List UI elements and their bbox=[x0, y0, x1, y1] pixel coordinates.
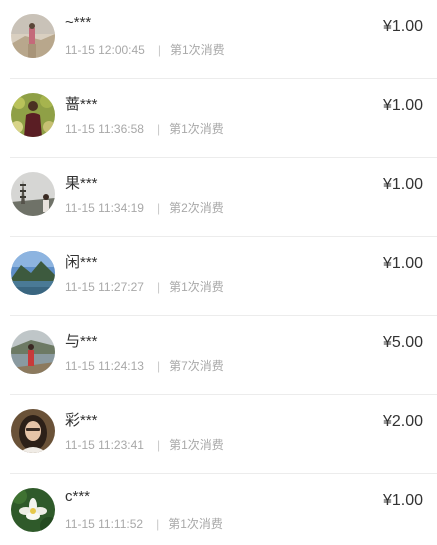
user-name: 与*** bbox=[65, 333, 98, 350]
user-name: 闲*** bbox=[65, 254, 98, 271]
record-row[interactable]: 彩*** 11-15 11:23:41 | 第1次消费 ¥2.00 bbox=[0, 395, 437, 474]
record-meta: 11-15 12:00:45 | 第1次消费 bbox=[65, 41, 225, 58]
avatar bbox=[11, 251, 55, 295]
record-meta: 11-15 11:34:19 | 第2次消费 bbox=[65, 199, 224, 216]
record-row[interactable]: 与*** 11-15 11:24:13 | 第7次消费 ¥5.00 bbox=[0, 316, 437, 395]
record-meta: 11-15 11:23:41 | 第1次消费 bbox=[65, 436, 224, 453]
separator: | bbox=[157, 43, 161, 57]
record-meta: 11-15 11:24:13 | 第7次消费 bbox=[65, 357, 224, 374]
separator: | bbox=[156, 280, 161, 294]
record-time: 11-15 11:34:19 bbox=[65, 201, 144, 215]
record-meta: 11-15 11:11:52 | 第1次消费 bbox=[65, 515, 223, 532]
record-time: 11-15 12:00:45 bbox=[65, 43, 145, 57]
consumption-count: 第2次消费 bbox=[169, 201, 224, 215]
amount: ¥1.00 bbox=[382, 18, 423, 35]
amount: ¥1.00 bbox=[382, 97, 423, 114]
consumption-count: 第1次消费 bbox=[169, 43, 225, 57]
consumption-count: 第7次消费 bbox=[169, 359, 224, 373]
amount: ¥1.00 bbox=[382, 255, 423, 272]
record-row[interactable]: 闲*** 11-15 11:27:27 | 第1次消费 ¥1.00 bbox=[0, 237, 437, 316]
avatar bbox=[11, 409, 55, 453]
avatar bbox=[11, 93, 55, 137]
amount: ¥5.00 bbox=[382, 334, 423, 351]
consumption-record-list: ~*** 11-15 12:00:45 | 第1次消费 ¥1.00 蔷*** 11-… bbox=[0, 0, 437, 545]
consumption-count: 第1次消费 bbox=[169, 438, 224, 452]
record-time: 11-15 11:27:27 bbox=[65, 280, 144, 294]
avatar bbox=[11, 488, 55, 532]
record-meta: 11-15 11:36:58 | 第1次消费 bbox=[65, 120, 224, 137]
amount: ¥1.00 bbox=[382, 492, 423, 509]
consumption-count: 第1次消费 bbox=[169, 280, 224, 294]
record-row[interactable]: 果*** 11-15 11:34:19 | 第2次消费 ¥1.00 bbox=[0, 158, 437, 237]
avatar bbox=[11, 14, 55, 58]
user-name: 彩*** bbox=[65, 412, 98, 429]
record-meta: 11-15 11:27:27 | 第1次消费 bbox=[65, 278, 224, 295]
record-time: 11-15 11:23:41 bbox=[65, 438, 144, 452]
amount: ¥1.00 bbox=[382, 176, 423, 193]
separator: | bbox=[156, 438, 161, 452]
avatar bbox=[11, 330, 55, 374]
amount: ¥2.00 bbox=[382, 413, 423, 430]
record-row[interactable]: ~*** 11-15 12:00:45 | 第1次消费 ¥1.00 bbox=[0, 0, 437, 79]
record-time: 11-15 11:36:58 bbox=[65, 122, 144, 136]
user-name: 蔷*** bbox=[65, 96, 98, 113]
user-name: ~*** bbox=[65, 14, 92, 31]
consumption-count: 第1次消费 bbox=[169, 122, 224, 136]
user-name: c*** bbox=[65, 488, 91, 505]
separator: | bbox=[156, 122, 161, 136]
record-time: 11-15 11:24:13 bbox=[65, 359, 144, 373]
avatar bbox=[11, 172, 55, 216]
separator: | bbox=[156, 359, 161, 373]
separator: | bbox=[156, 517, 160, 531]
user-name: 果*** bbox=[65, 175, 98, 192]
separator: | bbox=[156, 201, 161, 215]
consumption-count: 第1次消费 bbox=[168, 517, 223, 531]
record-row[interactable]: c*** 11-15 11:11:52 | 第1次消费 ¥1.00 bbox=[0, 474, 437, 545]
record-row[interactable]: 蔷*** 11-15 11:36:58 | 第1次消费 ¥1.00 bbox=[0, 79, 437, 158]
record-time: 11-15 11:11:52 bbox=[65, 517, 144, 531]
